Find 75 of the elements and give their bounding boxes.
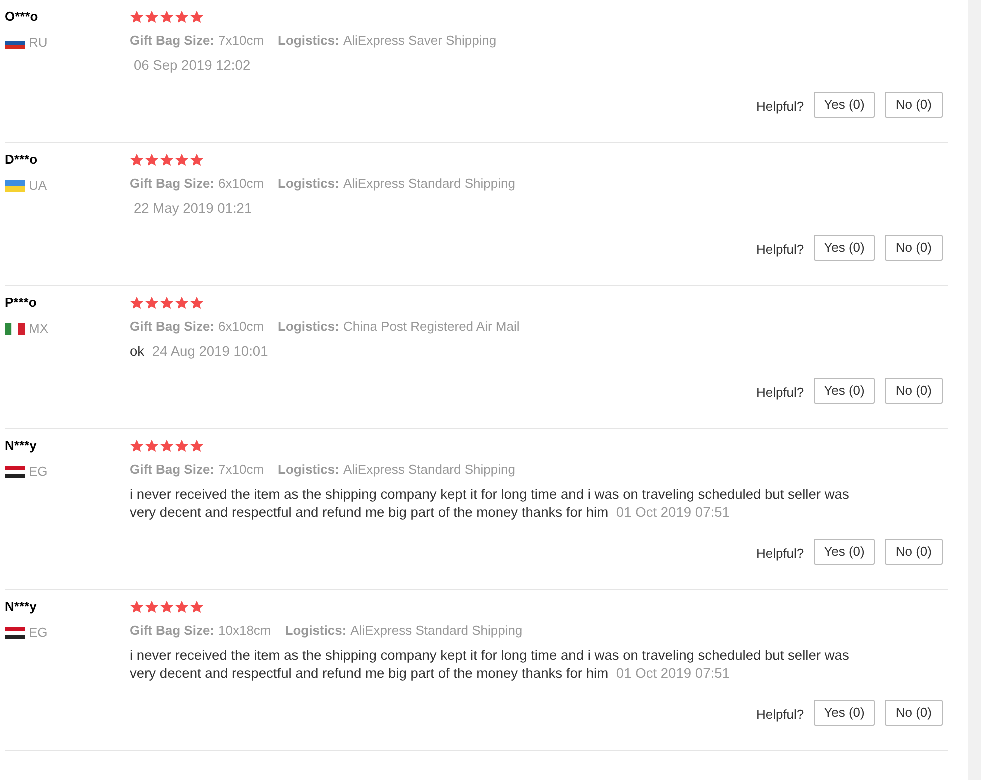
attribute-value: AliExpress Standard Shipping — [350, 622, 523, 640]
attribute-label: Logistics: — [278, 318, 340, 336]
star-icon — [145, 600, 159, 614]
helpful-label: Helpful? — [756, 98, 804, 116]
star-icon — [130, 439, 144, 453]
attribute-label: Gift Bag Size: — [130, 318, 215, 336]
attribute-label: Gift Bag Size: — [130, 175, 215, 194]
no-button[interactable]: No (0) — [884, 539, 943, 565]
star-icon — [175, 153, 189, 167]
attribute-label: Logistics: — [285, 622, 347, 640]
star-icon — [145, 10, 159, 24]
star-icon — [160, 600, 174, 614]
star-icon — [145, 153, 159, 167]
star-icon — [175, 10, 189, 24]
star-icon — [145, 296, 159, 310]
attribute-label: Logistics: — [278, 175, 340, 194]
no-button[interactable]: No (0) — [884, 235, 943, 261]
helpful-label: Helpful? — [756, 545, 804, 564]
star-icon — [160, 10, 174, 24]
country-code: MX — [29, 320, 48, 338]
review-text: i never received the item as the shipping company kept it for long time and i was on traveling scheduled but seller was very decent and respectful and refund me big part of the money thanks for him 01 Oct 2019 07:51 — [130, 486, 850, 522]
attribute-value: 7x10cm — [218, 461, 264, 480]
star-icon — [175, 600, 189, 614]
reviewer-name: P***o — [5, 294, 38, 312]
country-code: RU — [29, 34, 48, 52]
attribute-value: 6x10cm — [218, 175, 264, 194]
star-icon — [130, 10, 144, 24]
no-button[interactable]: No (0) — [884, 700, 943, 726]
star-icon — [190, 439, 204, 453]
attribute-value: 7x10cm — [218, 32, 264, 50]
attribute-value: China Post Registered Air Mail — [343, 318, 520, 336]
yes-button[interactable]: Yes (0) — [814, 235, 875, 261]
star-icon — [175, 296, 189, 310]
attribute-label: Gift Bag Size: — [130, 622, 215, 640]
attribute-value: AliExpress Saver Shipping — [343, 32, 497, 50]
star-icon — [160, 153, 174, 167]
attribute-label: Logistics: — [278, 32, 340, 50]
yes-button[interactable]: Yes (0) — [814, 92, 875, 118]
star-icon — [130, 600, 144, 614]
review-date: 06 Sep 2019 12:02 — [134, 57, 251, 75]
yes-button[interactable]: Yes (0) — [814, 378, 875, 404]
attribute-label: Gift Bag Size: — [130, 32, 215, 50]
attribute-value: AliExpress Standard Shipping — [343, 175, 516, 194]
reviewer-name: N***y — [5, 598, 38, 616]
helpful-label: Helpful? — [756, 241, 804, 260]
star-icon — [190, 153, 204, 167]
country-code: UA — [29, 177, 48, 196]
helpful-label: Helpful? — [756, 384, 804, 402]
attribute-value: 6x10cm — [218, 318, 264, 336]
reviewer-name: D***o — [5, 151, 39, 169]
country-code: EG — [29, 624, 48, 642]
no-button[interactable]: No (0) — [884, 92, 943, 118]
country-code: EG — [29, 463, 48, 482]
reviewer-name: N***y — [5, 437, 38, 455]
attribute-label: Logistics: — [278, 461, 340, 480]
attribute-label: Gift Bag Size: — [130, 461, 215, 480]
yes-button[interactable]: Yes (0) — [814, 700, 875, 726]
star-icon — [160, 439, 174, 453]
star-icon — [130, 153, 144, 167]
star-icon — [190, 10, 204, 24]
reviewer-name: O***o — [5, 8, 40, 26]
review-text: ok 24 Aug 2019 10:01 — [130, 343, 270, 361]
helpful-label: Helpful? — [756, 706, 804, 724]
star-icon — [190, 600, 204, 614]
attribute-value: 10x18cm — [218, 622, 272, 640]
review-date: 22 May 2019 01:21 — [134, 200, 252, 218]
attribute-value: AliExpress Standard Shipping — [343, 461, 516, 480]
review-text: i never received the item as the shipping company kept it for long time and i was on traveling scheduled but seller was very decent and respectful and refund me big part of the money thanks for him 01 Oct 2019 07:51 — [130, 647, 850, 683]
star-icon — [130, 296, 144, 310]
star-icon — [160, 296, 174, 310]
star-icon — [175, 439, 189, 453]
star-icon — [190, 296, 204, 310]
no-button[interactable]: No (0) — [884, 378, 943, 404]
star-icon — [145, 439, 159, 453]
yes-button[interactable]: Yes (0) — [814, 539, 875, 565]
